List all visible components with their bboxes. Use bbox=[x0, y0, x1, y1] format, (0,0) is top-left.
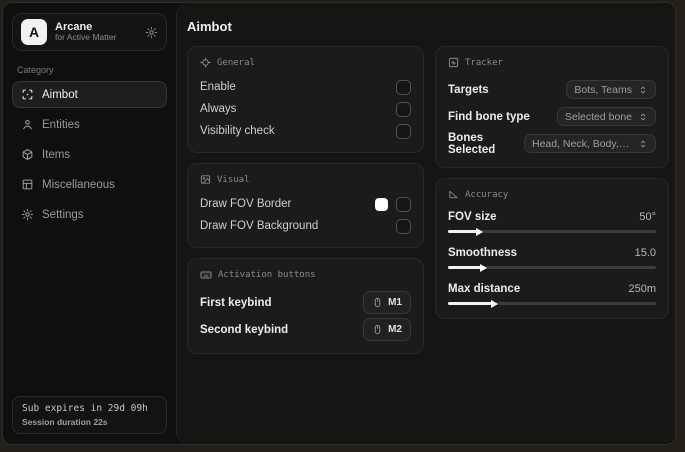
category-label: Category bbox=[17, 65, 54, 75]
sub-expires-text: Sub expires in 29d 09h bbox=[22, 403, 148, 414]
app-logo: A bbox=[21, 19, 47, 45]
slider-thumb[interactable] bbox=[480, 263, 488, 272]
setting-row: Visibility check bbox=[200, 120, 411, 142]
mouse-icon bbox=[374, 324, 381, 335]
sidebar-item-miscellaneous[interactable]: Miscellaneous bbox=[12, 171, 167, 198]
logo-card: A Arcane for Active Matter bbox=[12, 13, 167, 51]
slider-label: Max distance bbox=[448, 283, 521, 295]
card-header-label: Tracker bbox=[465, 57, 503, 68]
setting-row: Always bbox=[200, 98, 411, 120]
second-keybind-button[interactable]: M2 bbox=[363, 318, 411, 341]
mouse-icon bbox=[374, 297, 381, 308]
dropdown-label: Find bone type bbox=[448, 110, 530, 123]
setting-label: Draw FOV Background bbox=[200, 220, 319, 232]
dropdown-label: Targets bbox=[448, 83, 489, 96]
chevrons-up-down-icon bbox=[640, 86, 646, 93]
sidebar-item-label: Aimbot bbox=[42, 88, 78, 101]
gear-icon bbox=[21, 208, 34, 221]
slider-label: Smoothness bbox=[448, 247, 518, 259]
crosshair-scan-icon bbox=[21, 88, 34, 101]
gear-icon[interactable] bbox=[145, 26, 158, 39]
setting-row: Draw FOV Background bbox=[200, 215, 411, 237]
entity-person-icon bbox=[21, 118, 34, 131]
page-title: Aimbot bbox=[187, 19, 232, 34]
sidebar-item-settings[interactable]: Settings bbox=[12, 201, 167, 228]
tracker-card: Tracker Targets Bots, Teams Find bone ty… bbox=[435, 46, 669, 168]
visual-card: Visual Draw FOV Border Draw FOV Backgrou… bbox=[187, 163, 424, 248]
setting-row: Draw FOV Border bbox=[200, 193, 411, 215]
general-card: General Enable Always Visibility check bbox=[187, 46, 424, 153]
main-panel: Aimbot General Enable Always Visibility … bbox=[176, 3, 675, 444]
crosshair-icon bbox=[200, 57, 211, 68]
always-checkbox[interactable] bbox=[396, 101, 411, 117]
draw-fov-border-checkbox[interactable] bbox=[396, 196, 411, 212]
angle-icon bbox=[448, 189, 459, 200]
slider-value: 15.0 bbox=[634, 247, 656, 259]
keybind-label: Second keybind bbox=[200, 323, 289, 336]
keybind-row: First keybind M1 bbox=[200, 289, 411, 316]
visibility-check-checkbox[interactable] bbox=[396, 123, 411, 139]
sidebar: A Arcane for Active Matter Category Aimb… bbox=[3, 3, 176, 444]
select-value: Selected bone bbox=[564, 110, 632, 123]
setting-label: Draw FOV Border bbox=[200, 198, 292, 210]
bones-selected-select[interactable]: Head, Neck, Body, Pe… bbox=[524, 134, 656, 153]
dropdown-label: Bones Selected bbox=[448, 131, 496, 156]
setting-row: Enable bbox=[200, 76, 411, 98]
card-header-label: Visual bbox=[217, 174, 250, 185]
fov-size-slider-group: FOV size 50° bbox=[448, 208, 656, 236]
card-header-label: Accuracy bbox=[465, 189, 509, 200]
chevrons-up-down-icon bbox=[640, 113, 646, 120]
app-subtitle: for Active Matter bbox=[55, 32, 117, 43]
sidebar-item-label: Miscellaneous bbox=[42, 178, 115, 191]
dropdown-row: Targets Bots, Teams bbox=[448, 76, 656, 103]
keybind-row: Second keybind M2 bbox=[200, 316, 411, 343]
card-header-label: Activation buttons bbox=[218, 270, 316, 280]
smoothness-slider[interactable] bbox=[448, 263, 656, 272]
sidebar-item-entities[interactable]: Entities bbox=[12, 111, 167, 138]
first-keybind-button[interactable]: M1 bbox=[363, 291, 411, 314]
dropdown-row: Bones Selected Head, Neck, Body, Pe… bbox=[448, 130, 656, 157]
activity-icon bbox=[448, 57, 459, 68]
sidebar-item-aimbot[interactable]: Aimbot bbox=[12, 81, 167, 108]
setting-label: Visibility check bbox=[200, 125, 275, 137]
subscription-info-card: Sub expires in 29d 09h Session duration … bbox=[12, 396, 167, 434]
sidebar-item-label: Items bbox=[42, 148, 71, 161]
fov-border-color-swatch[interactable] bbox=[375, 197, 388, 211]
slider-value: 250m bbox=[628, 283, 656, 295]
keybind-label: First keybind bbox=[200, 296, 272, 309]
session-duration-text: Session duration 22s bbox=[22, 417, 108, 427]
slider-value: 50° bbox=[639, 211, 656, 223]
keybind-value: M2 bbox=[388, 324, 402, 335]
sidebar-item-items[interactable]: Items bbox=[12, 141, 167, 168]
sidebar-item-label: Settings bbox=[42, 208, 84, 221]
activation-buttons-card: Activation buttons First keybind M1 Seco… bbox=[187, 258, 424, 354]
slider-label: FOV size bbox=[448, 211, 497, 223]
enable-checkbox[interactable] bbox=[396, 79, 411, 95]
image-icon bbox=[200, 174, 211, 185]
card-header-label: General bbox=[217, 57, 255, 68]
setting-label: Enable bbox=[200, 81, 236, 93]
setting-label: Always bbox=[200, 103, 237, 115]
dropdown-row: Find bone type Selected bone bbox=[448, 103, 656, 130]
targets-select[interactable]: Bots, Teams bbox=[566, 80, 656, 99]
cube-icon bbox=[21, 148, 34, 161]
app-window: A Arcane for Active Matter Category Aimb… bbox=[2, 2, 676, 445]
keybind-value: M1 bbox=[388, 297, 402, 308]
select-value: Head, Neck, Body, Pe… bbox=[532, 137, 632, 150]
find-bone-type-select[interactable]: Selected bone bbox=[556, 107, 656, 126]
layout-grid-icon bbox=[21, 178, 34, 191]
select-value: Bots, Teams bbox=[574, 83, 632, 96]
smoothness-slider-group: Smoothness 15.0 bbox=[448, 244, 656, 272]
slider-thumb[interactable] bbox=[476, 227, 484, 236]
draw-fov-background-checkbox[interactable] bbox=[396, 218, 411, 234]
max-distance-slider-group: Max distance 250m bbox=[448, 280, 656, 308]
slider-thumb[interactable] bbox=[490, 299, 498, 308]
accuracy-card: Accuracy FOV size 50° Smoothness 15.0 Ma… bbox=[435, 178, 669, 319]
max-distance-slider[interactable] bbox=[448, 299, 656, 308]
sidebar-item-label: Entities bbox=[42, 118, 80, 131]
chevrons-up-down-icon bbox=[640, 140, 646, 147]
fov-size-slider[interactable] bbox=[448, 227, 656, 236]
keyboard-icon bbox=[200, 269, 212, 281]
